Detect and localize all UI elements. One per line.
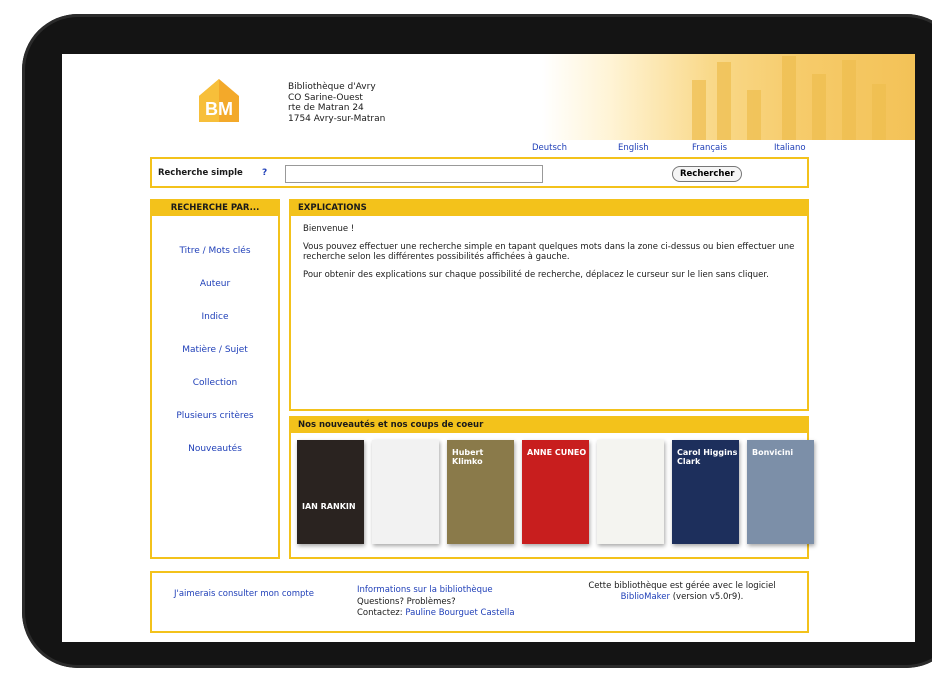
footer-panel: J'aimerais consulter mon compte Informat… (150, 571, 809, 633)
library-info-link[interactable]: Informations sur la bibliothèque (357, 585, 493, 596)
software-credit-line: Cette bibliothèque est gérée avec le log… (588, 581, 776, 591)
sidebar-item-new-items[interactable]: Nouveautés (152, 444, 278, 454)
book-cover-title: IAN RANKIN (302, 502, 356, 511)
explanation-paragraph: Vous pouvez effectuer une recherche simp… (303, 241, 795, 263)
book-cover[interactable] (597, 440, 664, 544)
sidebar-item-author[interactable]: Auteur (152, 279, 278, 289)
explanations-panel: EXPLICATIONS Bienvenue ! Vous pouvez eff… (289, 199, 809, 411)
lang-italiano[interactable]: Italiano (774, 143, 806, 153)
new-books-title: Nos nouveautés et nos coups de coeur (291, 418, 807, 433)
sidebar-item-collection[interactable]: Collection (152, 378, 278, 388)
book-cover[interactable] (372, 440, 439, 544)
sidebar-title: RECHERCHE PAR... (152, 201, 278, 216)
sidebar-item-subject[interactable]: Matière / Sujet (152, 345, 278, 355)
sidebar-item-multiple-criteria[interactable]: Plusieurs critères (152, 411, 278, 421)
book-cover-title: Hubert Klimko (452, 448, 484, 466)
welcome-text: Bienvenue ! (303, 224, 355, 234)
lang-english[interactable]: English (618, 143, 649, 153)
sidebar-item-index[interactable]: Indice (152, 312, 278, 322)
contact-prefix: Contactez: (357, 608, 403, 618)
address-line: Bibliothèque d'Avry (288, 82, 376, 92)
book-cover[interactable]: Hubert Klimko (447, 440, 514, 544)
software-version: (version v5.0r9). (672, 591, 744, 602)
search-help-link[interactable]: ? (262, 168, 267, 178)
library-address: Bibliothèque d'Avry CO Sarine-Ouest rte … (288, 82, 385, 124)
contact-line: Contactez: Pauline Bourguet Castella (357, 608, 515, 619)
search-label: Recherche simple (158, 168, 243, 178)
my-account-link[interactable]: J'aimerais consulter mon compte (174, 589, 314, 600)
search-input[interactable] (285, 165, 543, 183)
book-cover-title: Bonvicini (752, 448, 794, 457)
simple-search-bar: Recherche simple ? Rechercher (150, 157, 809, 188)
book-cover-title: Carol Higgins Clark (677, 448, 738, 466)
explanations-title: EXPLICATIONS (291, 201, 807, 216)
address-line: rte de Matran 24 (288, 103, 364, 113)
book-cover-title: ANNE CUNEO (527, 448, 587, 457)
software-credit: Cette bibliothèque est gérée avec le log… (562, 581, 802, 602)
lang-francais[interactable]: Français (692, 143, 727, 153)
sidebar-item-title-keywords[interactable]: Titre / Mots clés (152, 246, 278, 256)
questions-text: Questions? Problèmes? (357, 597, 456, 607)
explanation-paragraph: Pour obtenir des explications sur chaque… (303, 269, 769, 280)
address-line: 1754 Avry-sur-Matran (288, 113, 386, 124)
search-button[interactable]: Rechercher (672, 166, 743, 182)
browser-screen: BM Bibliothèque d'Avry CO Sarine-Ouest r… (62, 54, 915, 642)
book-cover[interactable]: Carol Higgins Clark (672, 440, 739, 544)
new-books-panel: Nos nouveautés et nos coups de coeur IAN… (289, 416, 814, 559)
contact-name-link[interactable]: Pauline Bourguet Castella (405, 608, 514, 618)
book-covers-carousel: IAN RANKIN Hubert Klimko ANNE CUNEO Carol H… (297, 440, 814, 544)
bibliomaker-link[interactable]: BiblioMaker (621, 592, 670, 602)
header-bookshelf-image (542, 54, 915, 140)
logo-text: BM (205, 99, 233, 119)
book-cover[interactable]: ANNE CUNEO (522, 440, 589, 544)
book-cover[interactable]: IAN RANKIN (297, 440, 364, 544)
bibliomaker-logo: BM (199, 79, 239, 122)
book-cover[interactable]: Bonvicini (747, 440, 814, 544)
address-line: CO Sarine-Ouest (288, 92, 363, 103)
lang-deutsch[interactable]: Deutsch (532, 143, 567, 153)
search-by-sidebar: RECHERCHE PAR... Titre / Mots clés Auteu… (150, 199, 280, 559)
